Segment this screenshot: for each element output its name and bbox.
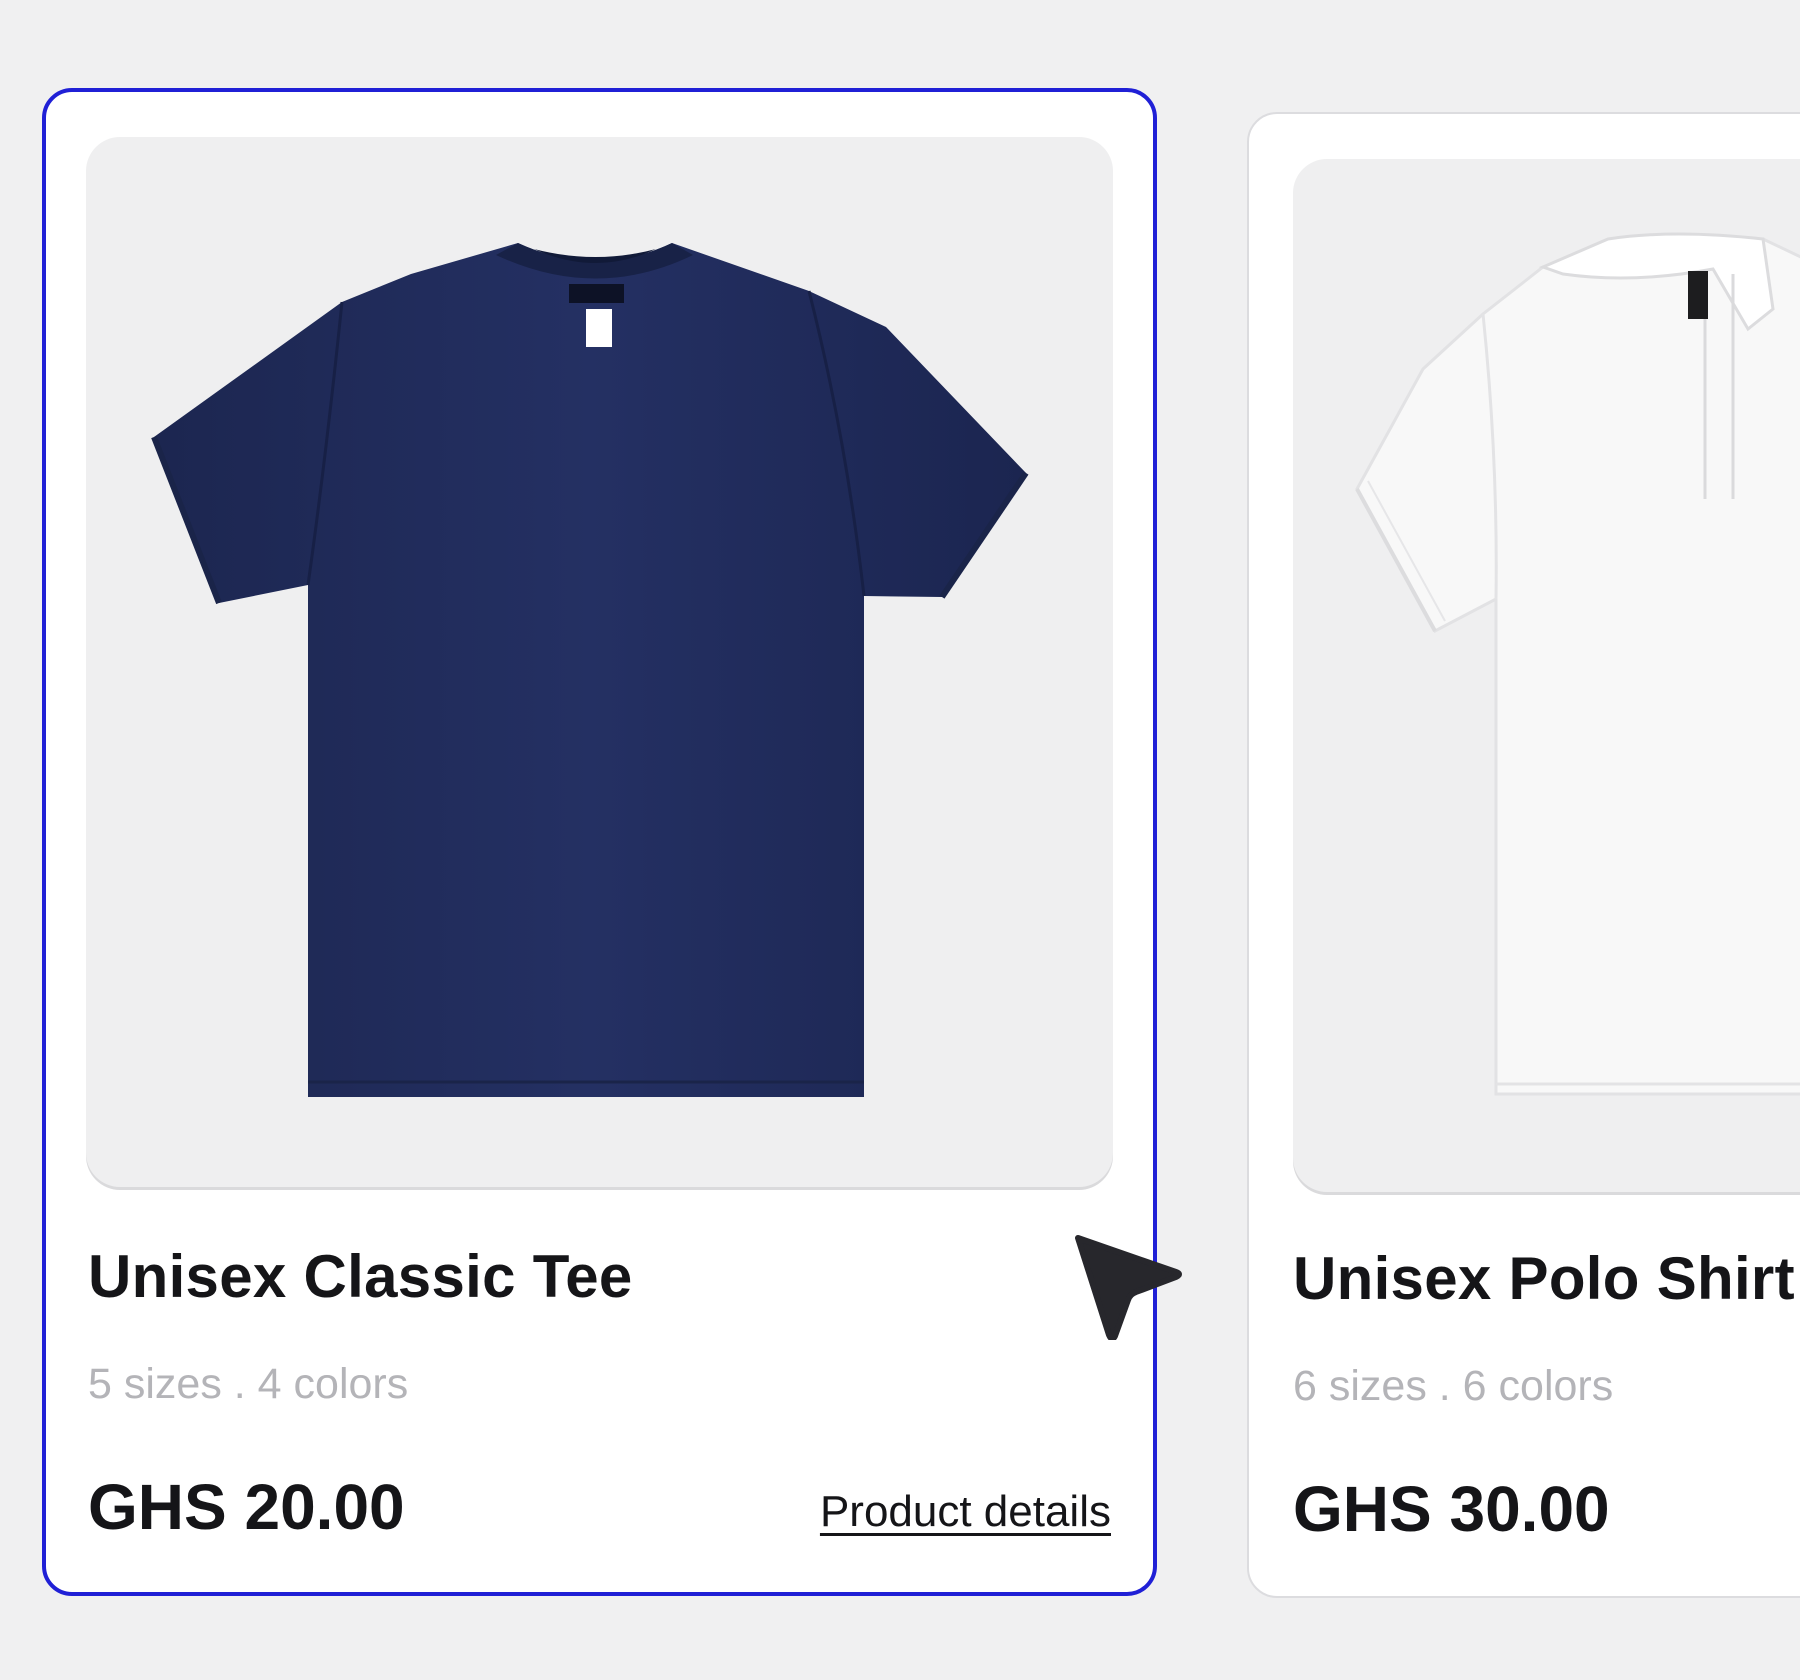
product-variants: 5 sizes . 4 colors [88, 1360, 409, 1408]
navy-tshirt-icon [151, 243, 1029, 1097]
product-details-link[interactable]: Product details [820, 1487, 1111, 1537]
pointer-arrow-icon [1075, 1235, 1182, 1340]
white-polo-shirt-icon [1355, 232, 1800, 1096]
product-card-polo-shirt[interactable]: Unisex Polo Shirt 6 sizes . 6 colors GHS… [1247, 112, 1800, 1598]
product-card-classic-tee[interactable]: Unisex Classic Tee 5 sizes . 4 colors GH… [42, 88, 1157, 1596]
product-price: GHS 20.00 [88, 1471, 405, 1543]
product-image-classic-tee[interactable] [86, 137, 1113, 1187]
product-variants: 6 sizes . 6 colors [1293, 1362, 1614, 1410]
product-title: Unisex Polo Shirt [1293, 1245, 1795, 1312]
product-price: GHS 30.00 [1293, 1473, 1610, 1545]
product-title: Unisex Classic Tee [88, 1243, 633, 1310]
product-image-polo-shirt[interactable] [1293, 159, 1800, 1192]
